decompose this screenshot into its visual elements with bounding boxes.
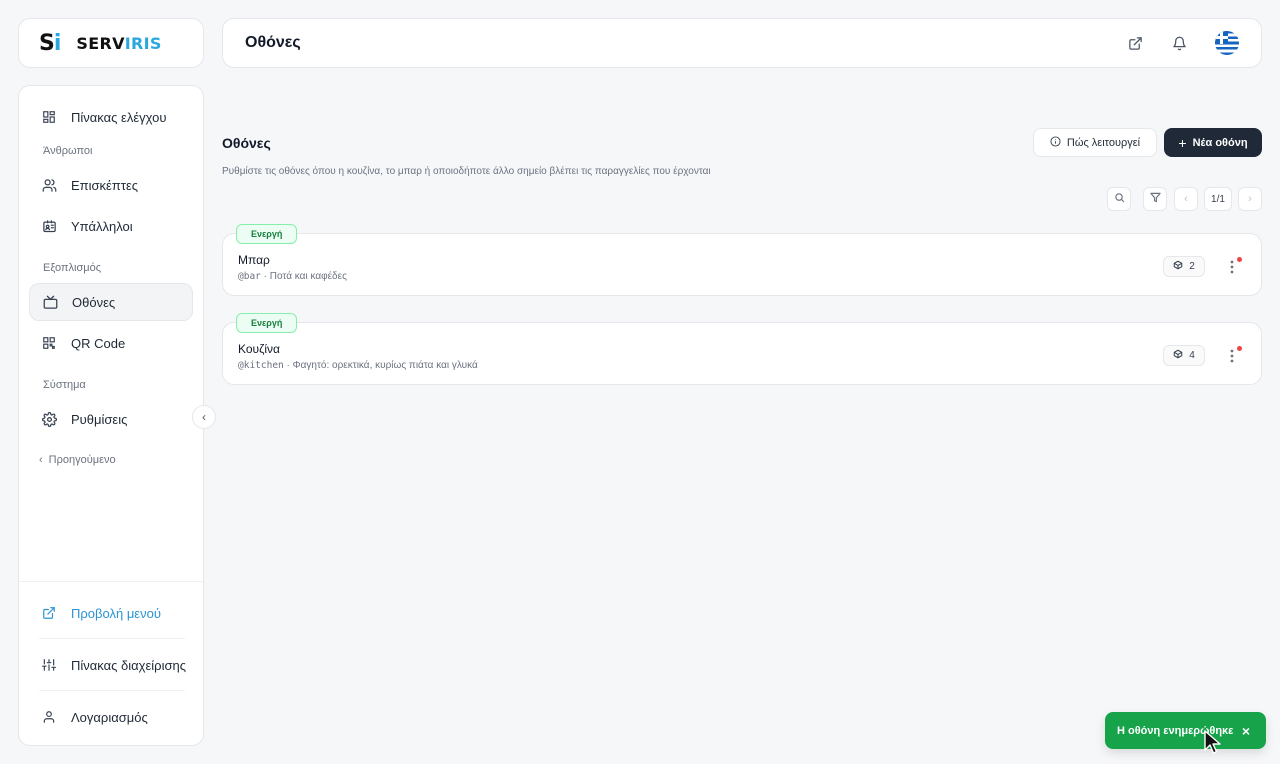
greek-flag-icon[interactable] [1215,31,1239,55]
status-badge: Ενεργή [236,224,298,244]
sidebar-item-settings[interactable]: Ρυθμίσεις [29,400,193,438]
close-icon[interactable]: × [1238,723,1254,739]
monitor-icon [42,294,58,310]
sidebar: Πίνακας ελέγχου Άνθρωποι Επισκέπτες Υπάλ… [18,85,205,746]
box-icon [1173,349,1183,362]
sidebar-item-label: Οθόνες [72,294,116,310]
sidebar-item-label: QR Code [71,335,126,351]
status-badge: Ενεργή [236,313,298,333]
divider [19,581,205,582]
id-card-icon [41,218,57,234]
sidebar-item-screens[interactable]: Οθόνες [29,283,193,321]
screen-card-kitchen[interactable]: Ενεργή Κουζίνα @kitchen · Φαγητό: ορεκτι… [222,313,1262,385]
qr-icon [41,335,57,351]
box-icon [1173,260,1183,273]
users-icon [41,177,57,193]
sidebar-item-account[interactable]: Λογαριασμός [29,698,193,736]
how-it-works-button[interactable]: Πώς λειτουργεί [1033,128,1157,157]
page-header-title: Οθόνες [245,34,301,51]
sidebar-item-label: Πίνακας ελέγχου [71,109,167,125]
filter-icon [1149,192,1161,206]
plus-icon: + [1178,134,1187,151]
external-link-icon[interactable] [1123,31,1147,55]
section-label-system: Σύστημα [43,379,86,391]
logo[interactable]: Si SERVIRIS [18,18,204,68]
sidebar-item-label: Προβολή μενού [71,605,161,621]
search-button[interactable] [1107,187,1131,211]
sidebar-item-label: Πίνακας διαχείρισης [71,657,186,673]
user-icon [41,709,57,725]
bell-icon[interactable] [1167,31,1191,55]
screen-subtitle: @kitchen · Φαγητό: ορεκτικά, κυρίως πιάτ… [238,360,478,371]
screen-name: Κουζίνα [238,342,280,356]
divider [39,638,185,639]
search-icon [1114,192,1125,206]
screen-card-bar[interactable]: Ενεργή Μπαρ @bar · Ποτά και καφέδες 2 [222,224,1262,296]
sidebar-item-admin-panel[interactable]: Πίνακας διαχείρισης [29,646,193,684]
sliders-icon [41,657,57,673]
top-header: Οθόνες [222,18,1262,68]
sidebar-item-employees[interactable]: Υπάλληλοι [29,207,193,245]
sidebar-item-label: Λογαριασμός [71,709,148,725]
sidebar-item-view-menu[interactable]: Προβολή μενού [29,594,193,632]
chevron-right-icon: › [1248,193,1252,205]
order-count-chip: 2 [1163,256,1205,277]
sidebar-item-dashboard[interactable]: Πίνακας ελέγχου [29,98,193,136]
logo-mark: Si [39,30,61,56]
sidebar-item-qr[interactable]: QR Code [29,324,193,362]
header-actions [1123,31,1239,55]
grid-icon [41,109,57,125]
prev-page-button[interactable]: ‹ [1174,187,1198,211]
sidebar-item-label: Επισκέπτες [71,177,139,193]
sidebar-item-guests[interactable]: Επισκέπτες [29,166,193,204]
order-count-chip: 4 [1163,345,1205,366]
section-label-people: Άνθρωποι [43,145,93,157]
page-title: Οθόνες [222,135,271,151]
sidebar-collapse-button[interactable]: ‹ [192,405,216,429]
new-screen-button[interactable]: + Νέα οθόνη [1164,128,1262,157]
info-icon [1050,135,1061,150]
logo-text: SERVIRIS [76,33,162,53]
external-link-icon [41,605,57,621]
divider [39,690,185,691]
gear-icon [41,411,57,427]
screen-name: Μπαρ [238,253,270,267]
toast-notification: Η οθόνη ενημερώθηκε × [1105,712,1266,749]
screen-subtitle: @bar · Ποτά και καφέδες [238,271,347,282]
next-page-button[interactable]: › [1238,187,1262,211]
section-label-equipment: Εξοπλισμός [43,262,102,274]
chevron-left-icon: ‹ [1184,193,1188,205]
pagination-indicator: 1/1 [1204,187,1232,211]
mouse-cursor-icon [1204,730,1221,754]
chevron-left-icon: ‹ [202,410,206,424]
sidebar-item-label: Ρυθμίσεις [71,411,128,427]
notification-dot [1237,346,1242,351]
notification-dot [1237,257,1242,262]
back-link[interactable]: ‹ Προηγούμενο [39,454,116,466]
filter-button[interactable] [1143,187,1167,211]
sidebar-item-label: Υπάλληλοι [71,218,133,234]
chevron-left-icon: ‹ [39,454,43,466]
page-description: Ρυθμίστε τις οθόνες όπου η κουζίνα, το μ… [222,166,711,177]
